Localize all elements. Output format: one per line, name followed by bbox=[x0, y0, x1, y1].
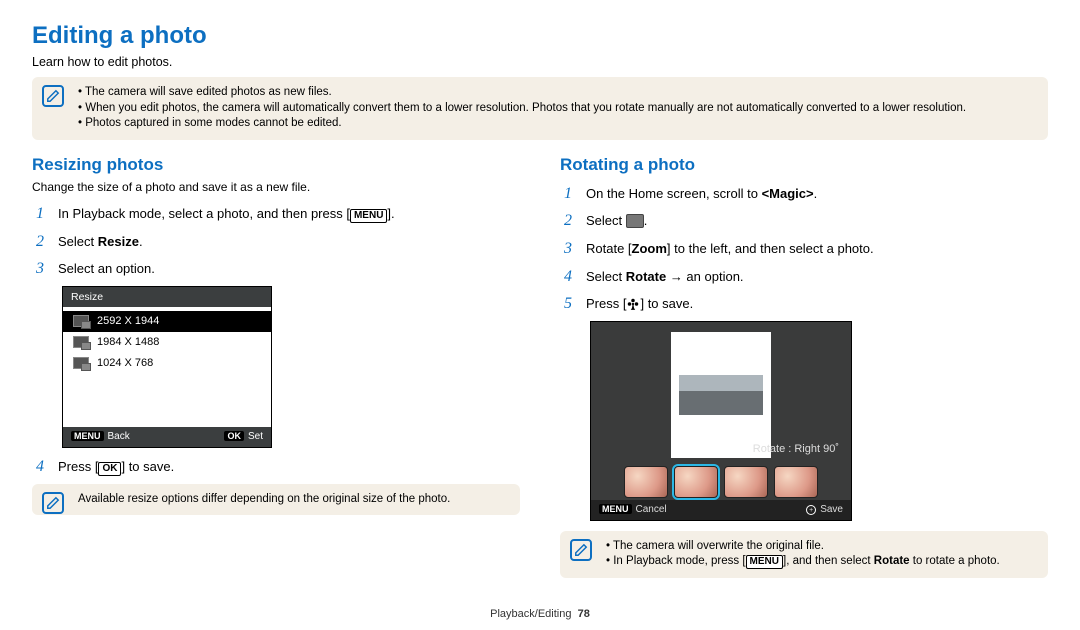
resize-menu-title: Resize bbox=[63, 287, 271, 307]
rotate-note-item: In Playback mode, press [MENU], and then… bbox=[606, 554, 1036, 570]
rotate-thumb bbox=[624, 466, 668, 498]
page-footer: Playback/Editing 78 bbox=[0, 607, 1080, 622]
ok-button-label: OK bbox=[98, 462, 121, 476]
resize-note-box: Available resize options differ dependin… bbox=[32, 484, 520, 516]
top-note-item: Photos captured in some modes cannot be … bbox=[78, 116, 1036, 132]
rotate-step-2: 2 Select . bbox=[564, 210, 1048, 232]
rotate-caption: Rotate : Right 90˚ bbox=[753, 442, 839, 457]
section-title-rotate: Rotating a photo bbox=[560, 154, 1048, 177]
flower-macro-icon bbox=[626, 297, 640, 316]
resize-section: Resizing photos Change the size of a pho… bbox=[32, 154, 520, 578]
top-note-item: The camera will save edited photos as ne… bbox=[78, 85, 1036, 101]
resize-option: 1984 X 1488 bbox=[63, 332, 271, 353]
magic-frame-icon bbox=[626, 214, 644, 228]
rotate-thumbnails bbox=[624, 466, 818, 498]
rotate-note-item: The camera will overwrite the original f… bbox=[606, 539, 1036, 555]
nav-circle-icon: + bbox=[806, 505, 816, 515]
rotate-note-box: The camera will overwrite the original f… bbox=[560, 531, 1048, 578]
page-subtitle: Learn how to edit photos. bbox=[32, 54, 1048, 71]
rotate-step-4: 4 Select Rotate → an option. bbox=[564, 266, 1048, 288]
page-title: Editing a photo bbox=[32, 20, 1048, 52]
menu-button-label: MENU bbox=[350, 209, 387, 223]
menu-button-label: MENU bbox=[746, 555, 783, 569]
size-icon bbox=[73, 315, 89, 327]
resize-step-4: 4 Press [OK] to save. bbox=[36, 456, 520, 478]
resize-option-selected: 2592 X 1944 bbox=[63, 311, 271, 332]
section-sub-resize: Change the size of a photo and save it a… bbox=[32, 179, 520, 195]
rotate-thumb bbox=[774, 466, 818, 498]
ok-key-icon: OK bbox=[224, 431, 244, 441]
section-title-resize: Resizing photos bbox=[32, 154, 520, 177]
resize-option: 1024 X 768 bbox=[63, 353, 271, 374]
note-icon bbox=[570, 539, 592, 561]
rotate-step-5: 5 Press [] to save. bbox=[564, 293, 1048, 315]
rotate-screenshot: Rotate : Right 90˚ MENUCancel +Save bbox=[590, 321, 852, 521]
size-icon bbox=[73, 336, 89, 348]
rotate-step-1: 1 On the Home screen, scroll to <Magic>. bbox=[564, 183, 1048, 205]
resize-step-1: 1 In Playback mode, select a photo, and … bbox=[36, 203, 520, 225]
rotate-thumb bbox=[724, 466, 768, 498]
menu-key-icon: MENU bbox=[71, 431, 104, 441]
menu-key-icon: MENU bbox=[599, 504, 632, 514]
note-icon bbox=[42, 492, 64, 514]
resize-step-2: 2 Select Resize. bbox=[36, 231, 520, 253]
rotate-preview bbox=[671, 332, 771, 458]
resize-note-text: Available resize options differ dependin… bbox=[78, 493, 450, 505]
top-note-item: When you edit photos, the camera will au… bbox=[78, 101, 1036, 117]
size-icon bbox=[73, 357, 89, 369]
note-icon bbox=[42, 85, 64, 107]
top-note-box: The camera will save edited photos as ne… bbox=[32, 77, 1048, 140]
rotate-thumb-selected bbox=[674, 466, 718, 498]
rotate-step-3: 3 Rotate [Zoom] to the left, and then se… bbox=[564, 238, 1048, 260]
resize-menu-screenshot: Resize 2592 X 1944 1984 X 1488 1024 X 76… bbox=[62, 286, 272, 448]
resize-step-3: 3 Select an option. bbox=[36, 258, 520, 280]
rotate-section: Rotating a photo 1 On the Home screen, s… bbox=[560, 154, 1048, 578]
